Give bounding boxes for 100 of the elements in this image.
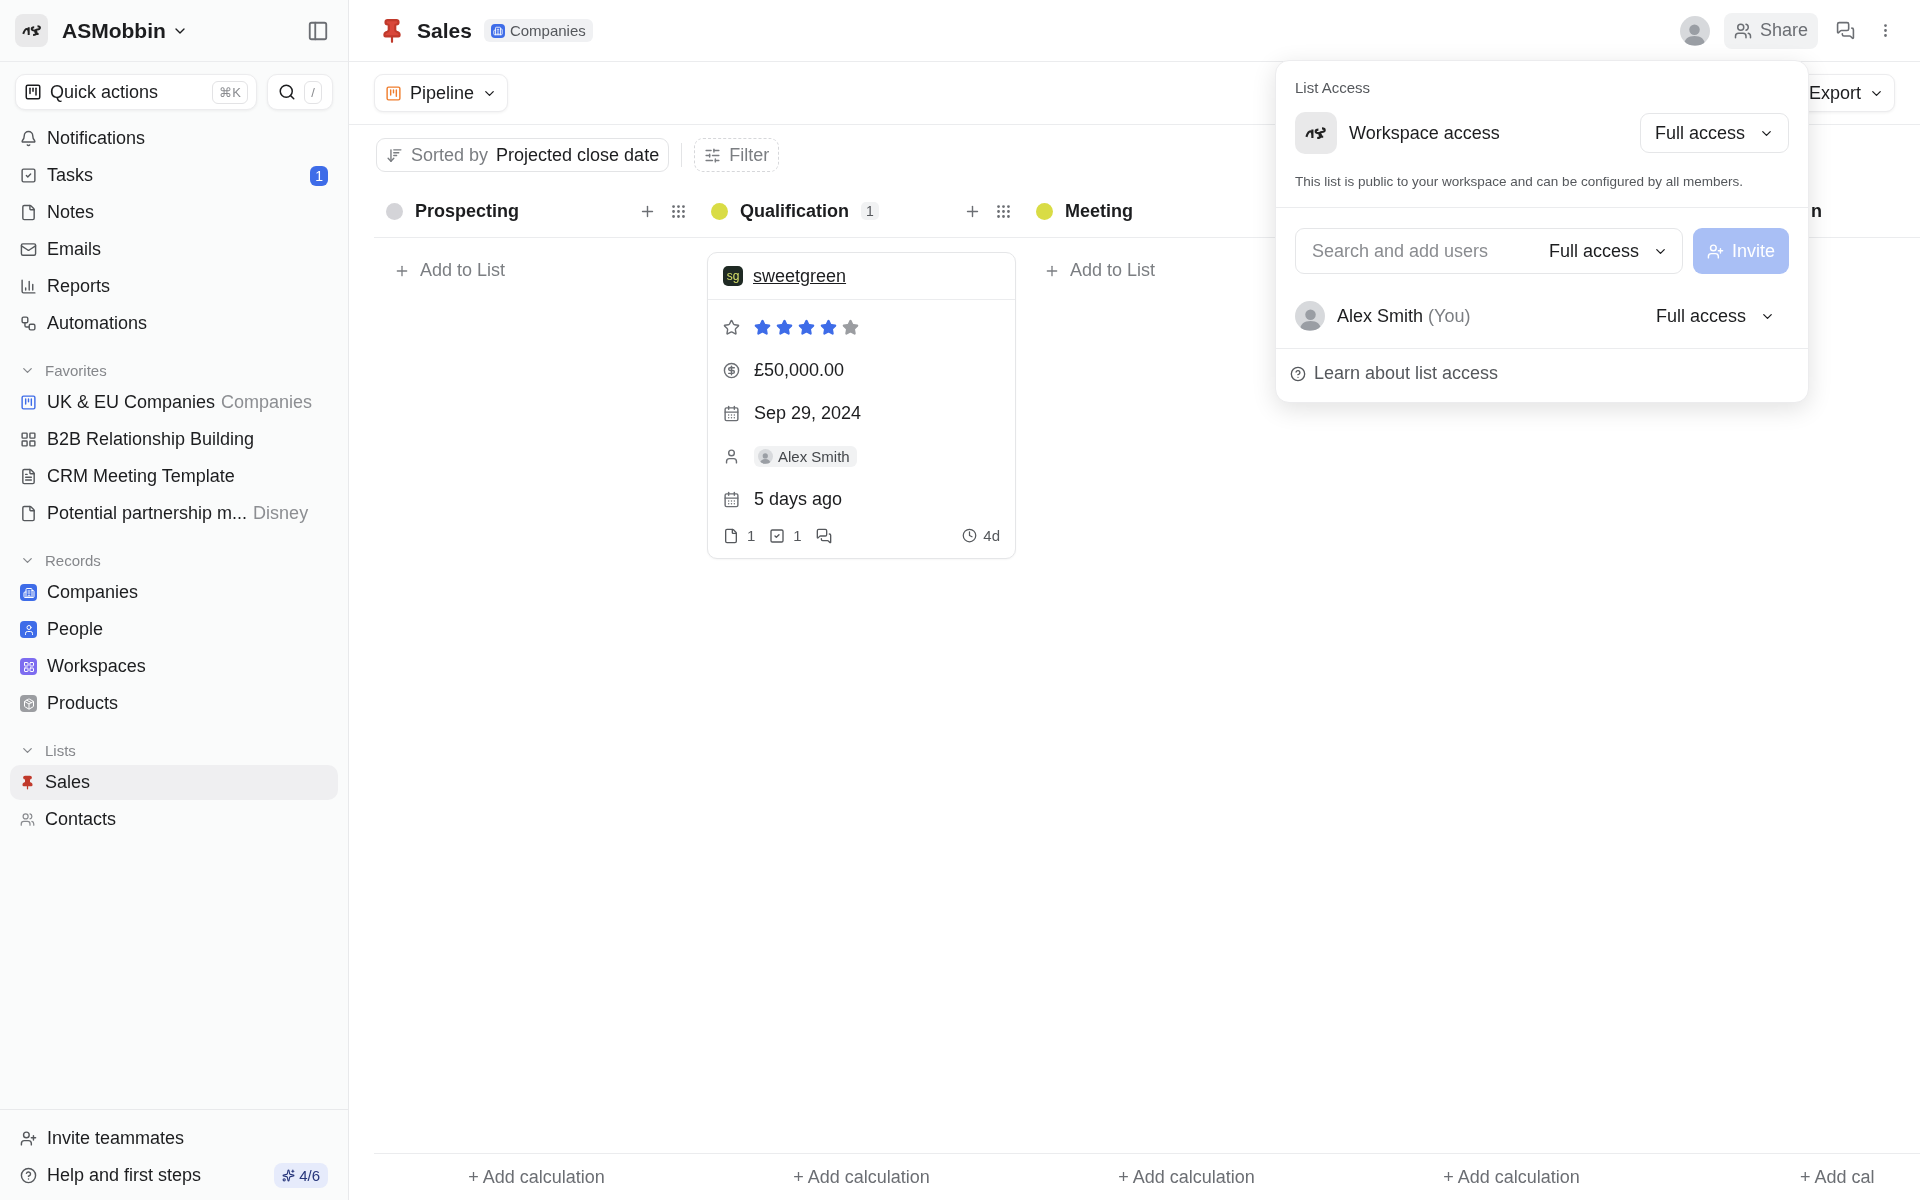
building-icon bbox=[490, 23, 505, 38]
drag-handle-icon[interactable] bbox=[670, 202, 687, 220]
add-user-icon bbox=[20, 1130, 37, 1147]
bell-icon bbox=[20, 130, 37, 147]
sidebar-item[interactable]: Companies bbox=[10, 575, 338, 610]
star-icon bbox=[723, 319, 740, 336]
page-title: Sales bbox=[417, 18, 472, 43]
sliders-icon bbox=[704, 146, 722, 164]
column-count: 1 bbox=[861, 202, 879, 220]
deal-value: £50,000.00 bbox=[754, 360, 845, 381]
add-to-list-button[interactable]: Add to List bbox=[382, 252, 691, 289]
workspace-switcher[interactable]: ASMobbin bbox=[62, 18, 188, 43]
calendar-icon bbox=[723, 491, 740, 508]
nav-item[interactable]: Tasks 1 bbox=[10, 158, 338, 193]
grid-icon bbox=[20, 658, 37, 675]
member-name: Alex Smith (You) bbox=[1337, 305, 1471, 327]
last-contact: 5 days ago bbox=[754, 489, 843, 510]
sort-button[interactable]: Sorted by Projected close date bbox=[376, 138, 670, 172]
sidebar-item[interactable]: Sales bbox=[10, 765, 338, 800]
chart-icon bbox=[20, 278, 37, 295]
deal-card[interactable]: sg sweetgreen £50,000.00 Sep 29, 2024 Alex Smith 5 days ago 1 1 4d bbox=[707, 252, 1016, 559]
person-icon bbox=[20, 621, 37, 638]
rating-stars[interactable] bbox=[754, 319, 859, 336]
sidebar-item[interactable]: Workspaces bbox=[10, 649, 338, 684]
sidebar-item[interactable]: B2B Relationship Building bbox=[10, 422, 338, 457]
file-icon bbox=[20, 204, 37, 221]
section-header[interactable]: Favorites bbox=[0, 356, 348, 384]
nav-item[interactable]: Notifications bbox=[10, 121, 338, 156]
note-icon bbox=[723, 527, 739, 544]
mail-icon bbox=[20, 241, 37, 258]
add-calculation-button[interactable]: + Add calculation bbox=[1112, 1165, 1261, 1189]
sidebar-item[interactable]: Contacts bbox=[10, 802, 338, 837]
card-age: 4d bbox=[962, 527, 1000, 544]
user-search-field[interactable]: Search and add users Full access bbox=[1295, 228, 1683, 274]
person-icon bbox=[723, 448, 740, 465]
search-button[interactable]: / bbox=[267, 74, 333, 110]
checkbox-icon bbox=[20, 167, 37, 184]
learn-link[interactable]: Learn about list access bbox=[1290, 363, 1794, 384]
sidebar-item[interactable]: UK & EU Companies Companies bbox=[10, 385, 338, 420]
people-icon bbox=[20, 812, 35, 827]
pin-icon bbox=[20, 775, 35, 790]
quick-actions-button[interactable]: Quick actions ⌘K bbox=[15, 74, 257, 110]
comments-icon bbox=[815, 527, 832, 544]
member-avatar bbox=[1295, 301, 1325, 331]
help-icon bbox=[20, 1167, 37, 1184]
task-count: 1 bbox=[793, 527, 802, 544]
popover-title: List Access bbox=[1294, 78, 1372, 98]
nav-item[interactable]: Emails bbox=[10, 232, 338, 267]
document-icon bbox=[20, 468, 37, 485]
close-date: Sep 29, 2024 bbox=[754, 403, 862, 424]
calendar-icon bbox=[723, 405, 740, 422]
workspace-logo[interactable] bbox=[15, 14, 48, 47]
add-calculation-button[interactable]: + Add calculation bbox=[1437, 1165, 1586, 1189]
share-button[interactable]: Share bbox=[1723, 12, 1818, 49]
column-title: Prospecting bbox=[415, 200, 520, 222]
owner-chip[interactable]: Alex Smith bbox=[754, 446, 857, 467]
nav-item[interactable]: Automations bbox=[10, 306, 338, 341]
section-header[interactable]: Records bbox=[0, 546, 348, 574]
nav-item[interactable]: Reports bbox=[10, 269, 338, 304]
sparkle-icon bbox=[282, 1169, 296, 1182]
sidebar-item[interactable]: Potential partnership m... Disney bbox=[10, 496, 338, 531]
add-calculation-button[interactable]: + Add cal bbox=[1794, 1165, 1881, 1189]
column-title: Meeting bbox=[1065, 200, 1133, 222]
currency-icon bbox=[723, 362, 740, 379]
drag-handle-icon[interactable] bbox=[995, 202, 1012, 220]
filter-button[interactable]: Filter bbox=[694, 138, 780, 172]
grid-icon bbox=[20, 431, 37, 448]
add-calculation-button[interactable]: + Add calculation bbox=[787, 1165, 936, 1189]
access-description: This list is public to your workspace and can be configured by all members. bbox=[1276, 160, 1808, 208]
sort-icon bbox=[386, 146, 403, 164]
help-icon bbox=[1290, 365, 1306, 382]
board-icon bbox=[20, 394, 37, 411]
clock-icon bbox=[962, 528, 978, 543]
access-dropdown[interactable]: Full access bbox=[1639, 113, 1789, 153]
sidebar-item[interactable]: CRM Meeting Template bbox=[10, 459, 338, 494]
avatar bbox=[758, 449, 773, 464]
workflow-icon bbox=[20, 315, 37, 332]
add-user-icon bbox=[1706, 242, 1724, 260]
board-icon bbox=[385, 84, 402, 102]
workspace-access-label: Workspace access bbox=[1349, 122, 1500, 144]
footer-item[interactable]: Invite teammates bbox=[10, 1121, 338, 1156]
search-icon bbox=[278, 83, 297, 101]
sidebar-item[interactable]: People bbox=[10, 612, 338, 647]
note-count: 1 bbox=[747, 527, 756, 544]
task-icon bbox=[769, 527, 786, 544]
object-tag[interactable]: Companies bbox=[483, 19, 593, 42]
nav-item[interactable]: Notes bbox=[10, 195, 338, 230]
people-icon bbox=[1733, 21, 1752, 40]
sidebar-item[interactable]: Products bbox=[10, 686, 338, 721]
progress-badge: 4/6 bbox=[274, 1163, 328, 1188]
logo-icon bbox=[20, 23, 43, 38]
file-icon bbox=[20, 505, 37, 522]
footer-item[interactable]: Help and first steps 4/6 bbox=[10, 1158, 338, 1193]
box-icon bbox=[20, 695, 37, 712]
user-avatar[interactable] bbox=[1679, 15, 1710, 46]
view-selector[interactable]: Pipeline bbox=[374, 74, 509, 112]
add-calculation-button[interactable]: + Add calculation bbox=[462, 1165, 611, 1189]
logo-icon bbox=[1304, 125, 1328, 141]
section-header[interactable]: Lists bbox=[0, 736, 348, 764]
company-link[interactable]: sweetgreen bbox=[753, 265, 847, 287]
